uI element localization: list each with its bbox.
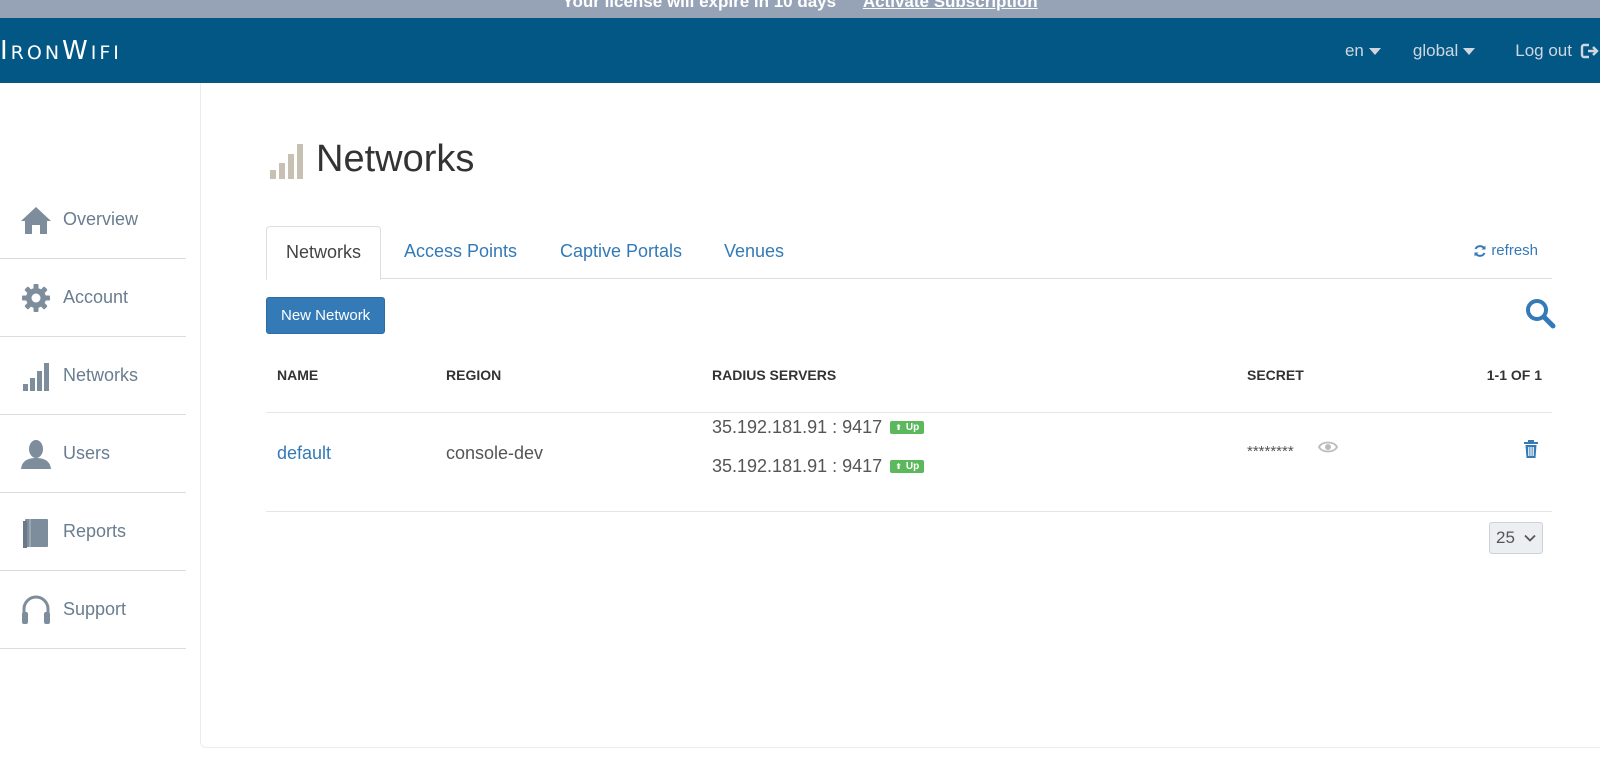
activate-subscription-link[interactable]: Activate Subscription	[863, 0, 1038, 11]
table-row: default console-dev 35.192.181.91 : 9417…	[266, 413, 1552, 512]
scope-dropdown[interactable]: global	[1413, 41, 1476, 61]
column-header-secret: SECRET	[1247, 367, 1304, 383]
ironwifi-logo[interactable]: IRONWIFI	[0, 36, 122, 66]
sidebar-item-support[interactable]: Support	[0, 571, 186, 649]
table-header: NAME REGION RADIUS SERVERS SECRET 1-1 OF…	[266, 355, 1552, 413]
radius-server-entry: 35.192.181.91 : 9417 ⬆ Up	[712, 417, 925, 438]
search-icon	[1526, 299, 1556, 329]
page-size-select[interactable]: 25	[1489, 522, 1543, 554]
top-header: IRONWIFI en global Log out	[0, 18, 1600, 83]
license-banner-text: Your license will expire in 10 days	[562, 0, 837, 11]
logout-icon	[1580, 43, 1599, 59]
page-title: Networks	[268, 138, 474, 181]
book-icon	[18, 514, 54, 550]
radius-server-entry: 35.192.181.91 : 9417 ⬆ Up	[712, 456, 925, 477]
sidebar-item-account[interactable]: Account	[0, 259, 186, 337]
trash-icon	[1524, 440, 1538, 458]
tab-bar: Networks Access Points Captive Portals V…	[266, 226, 1552, 280]
status-badge: ⬆ Up	[890, 460, 925, 473]
chevron-down-icon	[1524, 534, 1536, 542]
column-header-name[interactable]: NAME	[277, 367, 318, 383]
sidebar-item-reports[interactable]: Reports	[0, 493, 186, 571]
sidebar-item-networks[interactable]: Networks	[0, 337, 186, 415]
delete-network-button[interactable]	[1523, 439, 1539, 464]
arrow-up-icon: ⬆	[895, 462, 902, 471]
sidebar: Overview Account Networks Users Reports …	[0, 83, 200, 773]
column-header-region[interactable]: REGION	[446, 367, 501, 383]
signal-bars-icon	[18, 358, 54, 394]
top-nav: en global Log out	[1345, 36, 1600, 66]
caret-down-icon	[1463, 47, 1476, 55]
signal-bars-icon	[270, 143, 303, 179]
tab-access-points[interactable]: Access Points	[404, 226, 517, 279]
language-dropdown[interactable]: en	[1345, 41, 1381, 61]
new-network-button[interactable]: New Network	[266, 297, 386, 334]
radius-server-address: 35.192.181.91 : 9417	[712, 456, 883, 476]
pagination-info: 1-1 OF 1	[1486, 367, 1542, 383]
user-icon	[18, 436, 54, 472]
tab-networks[interactable]: Networks	[266, 226, 382, 280]
radius-server-address: 35.192.181.91 : 9417	[712, 417, 883, 437]
refresh-button[interactable]: refresh	[1473, 242, 1538, 259]
arrow-up-icon: ⬆	[895, 423, 902, 432]
eye-icon	[1317, 441, 1339, 453]
network-region: console-dev	[446, 443, 544, 463]
status-badge: ⬆ Up	[890, 421, 925, 434]
license-banner: Your license will expire in 10 days Acti…	[0, 0, 1600, 18]
refresh-icon	[1474, 244, 1486, 257]
column-header-radius-servers: RADIUS SERVERS	[712, 367, 837, 383]
gear-icon	[18, 280, 54, 316]
tab-venues[interactable]: Venues	[724, 226, 784, 279]
sidebar-item-overview[interactable]: Overview	[0, 181, 186, 259]
show-secret-button[interactable]	[1317, 439, 1339, 460]
tab-captive-portals[interactable]: Captive Portals	[560, 226, 682, 279]
caret-down-icon	[1368, 47, 1381, 55]
secret-masked: ********	[1247, 443, 1294, 460]
network-name-link[interactable]: default	[277, 443, 331, 464]
sidebar-item-users[interactable]: Users	[0, 415, 186, 493]
headphones-icon	[18, 592, 54, 628]
search-button[interactable]	[1524, 297, 1556, 329]
logout-link[interactable]: Log out	[1515, 41, 1600, 61]
home-icon	[18, 202, 54, 238]
